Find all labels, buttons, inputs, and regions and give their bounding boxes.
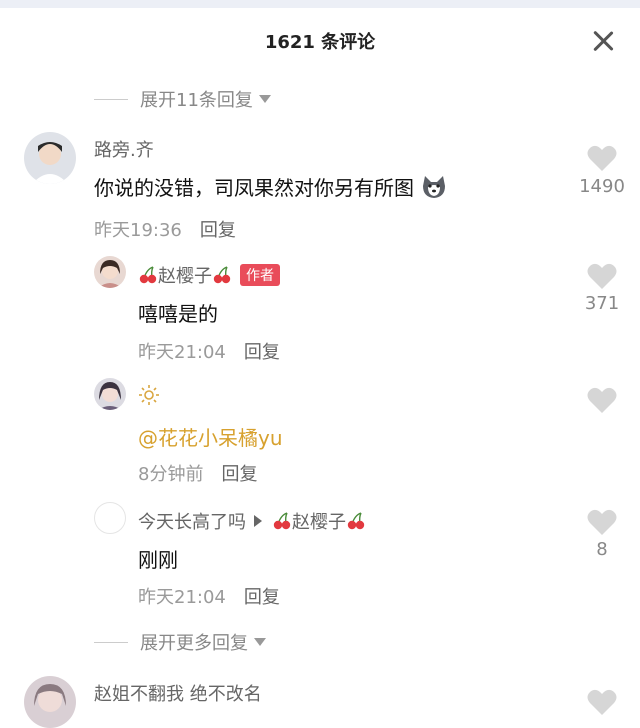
reply-button[interactable]: 回复	[244, 587, 280, 608]
comment-time: 昨天21:04	[138, 587, 226, 608]
chevron-down-icon	[258, 95, 271, 103]
top-edge	[0, 0, 640, 8]
reply-button[interactable]: 回复	[244, 342, 280, 363]
comment-text: 你说的没错，司凤果然对你另有所图	[94, 172, 448, 201]
husky-emoji-icon	[423, 176, 446, 198]
comment-meta: 昨天19:36 回复	[94, 216, 236, 242]
reply-button[interactable]: 回复	[200, 220, 236, 241]
cherry-icon	[347, 512, 365, 530]
comment-time: 昨天19:36	[94, 220, 182, 241]
comment-meta: 昨天21:04 回复	[138, 583, 280, 609]
comment-meta: 8分钟前 回复	[138, 460, 257, 486]
heart-icon[interactable]	[587, 144, 617, 172]
reply-to-name[interactable]: 赵樱子	[292, 512, 346, 533]
avatar[interactable]	[24, 676, 76, 728]
sun-icon	[139, 385, 159, 405]
mention-link[interactable]: @花花小呆橘yu	[138, 422, 283, 451]
comment-time: 8分钟前	[138, 464, 204, 485]
heart-icon[interactable]	[587, 688, 617, 716]
like-count: 371	[584, 293, 620, 314]
avatar[interactable]	[24, 132, 76, 184]
avatar[interactable]	[94, 256, 126, 288]
commenter-name[interactable]: 赵樱子	[158, 266, 212, 287]
cherry-icon	[139, 266, 157, 284]
author-badge: 作者	[240, 264, 280, 286]
cherry-icon	[213, 266, 231, 284]
commenter-name[interactable]: 赵姐不翻我 绝不改名	[94, 680, 262, 706]
like-count: 1490	[579, 176, 625, 197]
chevron-down-icon	[254, 638, 266, 646]
reply-arrow-icon	[254, 515, 262, 527]
heart-icon[interactable]	[587, 262, 617, 290]
comment-time: 昨天21:04	[138, 342, 226, 363]
like-count: 8	[596, 539, 608, 560]
expand-more-replies-button[interactable]: 展开更多回复	[94, 629, 266, 655]
comment-meta: 昨天21:04 回复	[138, 338, 280, 364]
expand-more-label: 展开更多回复	[140, 633, 248, 654]
commenter-name[interactable]	[138, 384, 160, 407]
cherry-icon	[273, 512, 291, 530]
comments-header: 1621 条评论	[0, 8, 640, 72]
avatar[interactable]	[94, 378, 126, 410]
expand-replies-button[interactable]: 展开11条回复	[94, 86, 271, 112]
commenter-name[interactable]: 今天长高了吗	[138, 512, 246, 533]
reply-author-line: 今天长高了吗 赵樱子	[138, 508, 366, 534]
comment-text: 刚刚	[138, 548, 178, 572]
heart-icon[interactable]	[587, 386, 617, 414]
divider-line	[94, 98, 128, 100]
avatar[interactable]	[94, 502, 126, 534]
comment-count-title: 1621 条评论	[264, 32, 376, 53]
expand-replies-label: 展开11条回复	[140, 90, 253, 111]
divider-line	[94, 641, 128, 643]
comment-text: 嘻嘻是的	[138, 302, 218, 326]
reply-author-line: 赵樱子 作者	[138, 262, 280, 288]
commenter-name[interactable]: 路旁.齐	[94, 136, 154, 162]
comment-body: 你说的没错，司凤果然对你另有所图	[94, 176, 414, 200]
reply-button[interactable]: 回复	[221, 464, 257, 485]
heart-icon[interactable]	[587, 508, 617, 536]
close-icon[interactable]	[592, 30, 614, 52]
